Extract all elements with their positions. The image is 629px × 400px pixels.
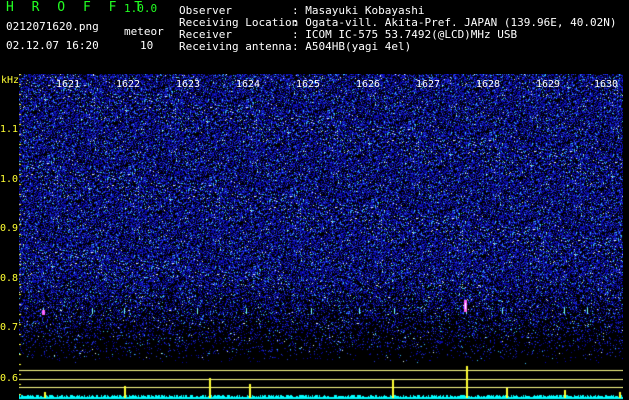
info-label-antenna: Receiving antenna	[179, 40, 292, 53]
y-tick-label: 0.6	[0, 373, 19, 384]
info-value-antenna: : A504HB(yagi 4el)	[292, 40, 412, 53]
timestamp: 02.12.07 16:20	[6, 39, 99, 52]
y-tick-label: 1.0	[0, 174, 19, 185]
meteor-label: meteor	[124, 25, 164, 38]
x-tick-label: 1629	[536, 79, 561, 90]
x-tick-label: 1626	[356, 79, 381, 90]
spectrogram-canvas	[19, 74, 623, 400]
y-tick-label: 0.7	[0, 322, 19, 333]
x-tick-label: 1623	[176, 79, 201, 90]
x-tick-label: 1624	[236, 79, 261, 90]
file-name: 0212071620.png	[6, 20, 99, 33]
app-version: 1.0.0	[124, 2, 158, 15]
y-tick-label: 0.9	[0, 223, 19, 234]
y-tick-label: 1.1	[0, 124, 19, 135]
x-tick-label: 1628	[476, 79, 501, 90]
hroffT-window: { "app": { "title": "H R O F F T", "vers…	[0, 0, 629, 400]
x-tick-label: 1625	[296, 79, 321, 90]
x-tick-label: 1630	[594, 79, 619, 90]
meteor-count: 10	[140, 39, 154, 52]
y-axis-unit: kHz	[1, 75, 20, 86]
y-tick-label: 0.8	[0, 273, 19, 284]
header-panel: H R O F F T 1.0.0 0212071620.png meteor …	[0, 0, 629, 74]
x-tick-label: 1621	[56, 79, 81, 90]
x-tick-label: 1627	[416, 79, 441, 90]
x-tick-label: 1622	[116, 79, 141, 90]
